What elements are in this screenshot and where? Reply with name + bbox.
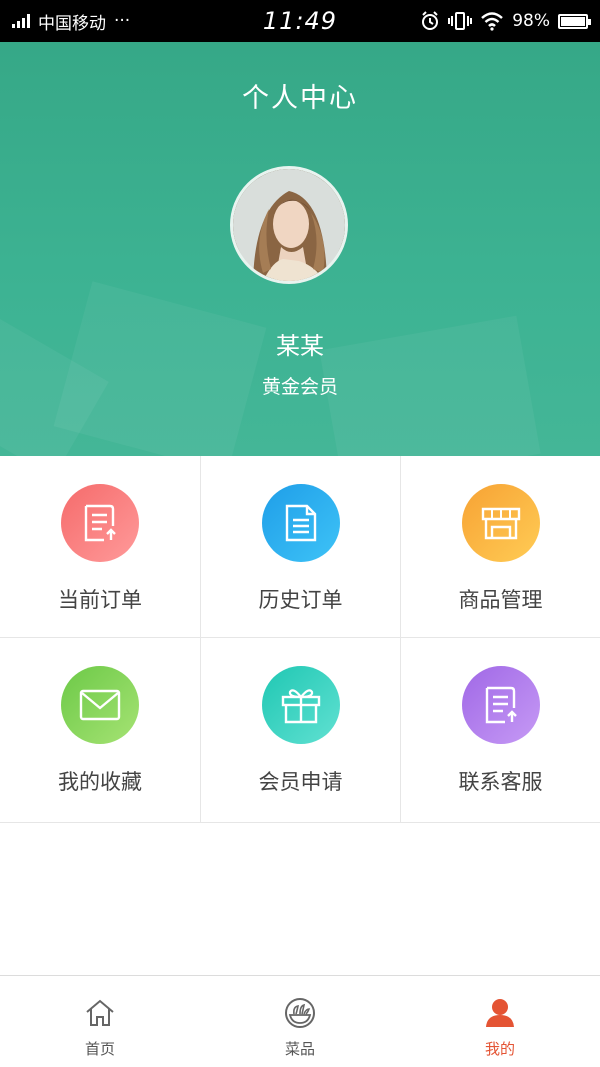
menu-icon-bg bbox=[261, 484, 340, 562]
menu-icon-bg bbox=[261, 666, 340, 744]
menu-item-history-orders[interactable]: 历史订单 bbox=[201, 456, 401, 638]
user-icon bbox=[483, 996, 517, 1030]
menu-label: 商品管理 bbox=[458, 588, 543, 612]
menu-item-customer-service[interactable]: 联系客服 bbox=[401, 638, 600, 823]
menu-item-current-orders[interactable]: 当前订单 bbox=[0, 456, 201, 638]
nav-label: 我的 bbox=[484, 1040, 515, 1058]
page-title: 个人中心 bbox=[242, 83, 358, 114]
menu-label: 历史订单 bbox=[258, 588, 343, 612]
menu-grid: 当前订单 历史订单 商品管理 我的收藏 会员申请 联系客服 bbox=[0, 456, 600, 823]
home-icon bbox=[83, 996, 117, 1030]
menu-item-membership-application[interactable]: 会员申请 bbox=[201, 638, 401, 823]
menu-item-favorites[interactable]: 我的收藏 bbox=[0, 638, 201, 823]
avatar-portrait bbox=[233, 169, 345, 281]
battery-fill bbox=[561, 16, 585, 26]
bottom-nav: 首页 菜品 我的 bbox=[0, 975, 600, 1067]
menu-label: 当前订单 bbox=[58, 588, 142, 612]
mail-icon bbox=[79, 689, 121, 721]
status-bar: 中国移动 ··· 11:49 98% bbox=[0, 0, 600, 42]
gift-icon bbox=[281, 689, 320, 724]
menu-icon-bg bbox=[61, 484, 139, 562]
nav-item-home[interactable]: 首页 bbox=[0, 976, 200, 1067]
menu-icon-bg bbox=[461, 484, 540, 562]
order-upload-icon bbox=[84, 504, 116, 542]
menu-label: 会员申请 bbox=[258, 770, 343, 794]
menu-icon-bg bbox=[61, 666, 139, 744]
menu-icon-bg bbox=[461, 666, 540, 744]
document-upload-icon bbox=[485, 686, 517, 724]
shop-icon bbox=[481, 507, 520, 540]
nav-label: 菜品 bbox=[284, 1040, 315, 1058]
avatar[interactable] bbox=[230, 166, 348, 284]
dish-icon bbox=[283, 996, 317, 1030]
nav-item-mine[interactable]: 我的 bbox=[400, 976, 600, 1067]
document-icon bbox=[285, 504, 316, 542]
clock: 11:49 bbox=[262, 7, 338, 35]
profile-header: 个人中心 某某 黄金会员 bbox=[0, 42, 600, 456]
battery-icon bbox=[558, 13, 591, 29]
menu-label: 我的收藏 bbox=[58, 770, 142, 794]
nav-label: 首页 bbox=[84, 1040, 115, 1058]
menu-label: 联系客服 bbox=[458, 770, 543, 794]
member-level: 黄金会员 bbox=[261, 376, 338, 398]
menu-item-product-management[interactable]: 商品管理 bbox=[401, 456, 600, 638]
nav-item-dishes[interactable]: 菜品 bbox=[200, 976, 400, 1067]
user-name: 某某 bbox=[276, 332, 324, 360]
